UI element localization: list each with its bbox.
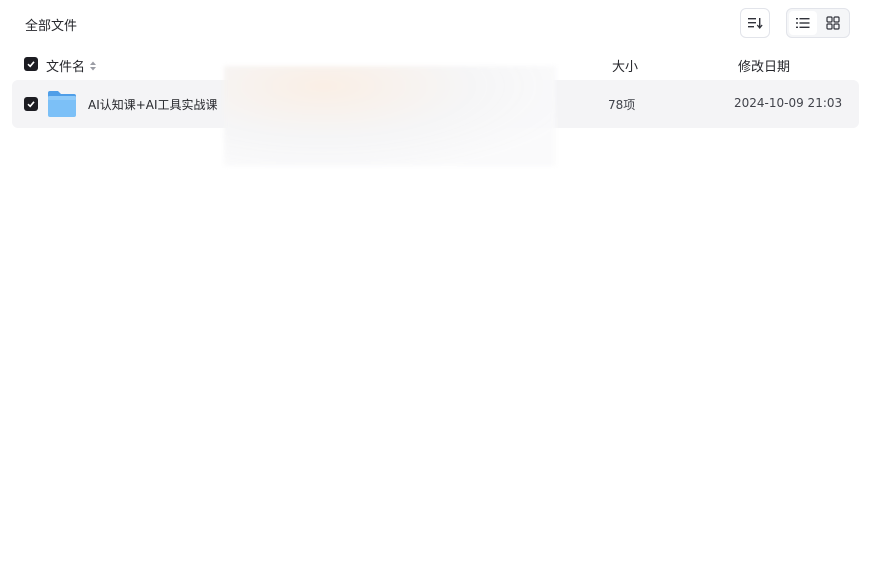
file-browser: 全部文件 文件名 大小 修改日期 AI认知课+AI工具实战课 78项 2024-… [0,0,874,583]
select-all-checkbox[interactable] [24,57,38,71]
sort-icon [748,18,763,30]
folder-icon [48,91,76,117]
list-view-icon [796,18,810,28]
view-controls [740,8,850,38]
breadcrumb[interactable]: 全部文件 [25,15,77,34]
check-icon [27,101,35,108]
check-icon [27,61,35,68]
column-header-date[interactable]: 修改日期 [738,56,790,75]
column-header-size[interactable]: 大小 [612,56,638,75]
grid-view-icon [826,16,840,30]
row-checkbox[interactable] [24,97,38,111]
redaction-blur [224,66,556,166]
list-view-button[interactable] [789,11,817,35]
grid-view-button[interactable] [819,11,847,35]
view-mode-toggle [786,8,850,38]
file-modified-date: 2024-10-09 21:03 [734,96,843,110]
sort-button[interactable] [740,8,770,38]
file-name[interactable]: AI认知课+AI工具实战课 [88,96,218,113]
column-header-name-label: 文件名 [46,60,86,75]
column-header-name[interactable]: 文件名 [46,56,97,75]
sort-toggle-icon [90,61,97,70]
file-size: 78项 [608,98,636,112]
